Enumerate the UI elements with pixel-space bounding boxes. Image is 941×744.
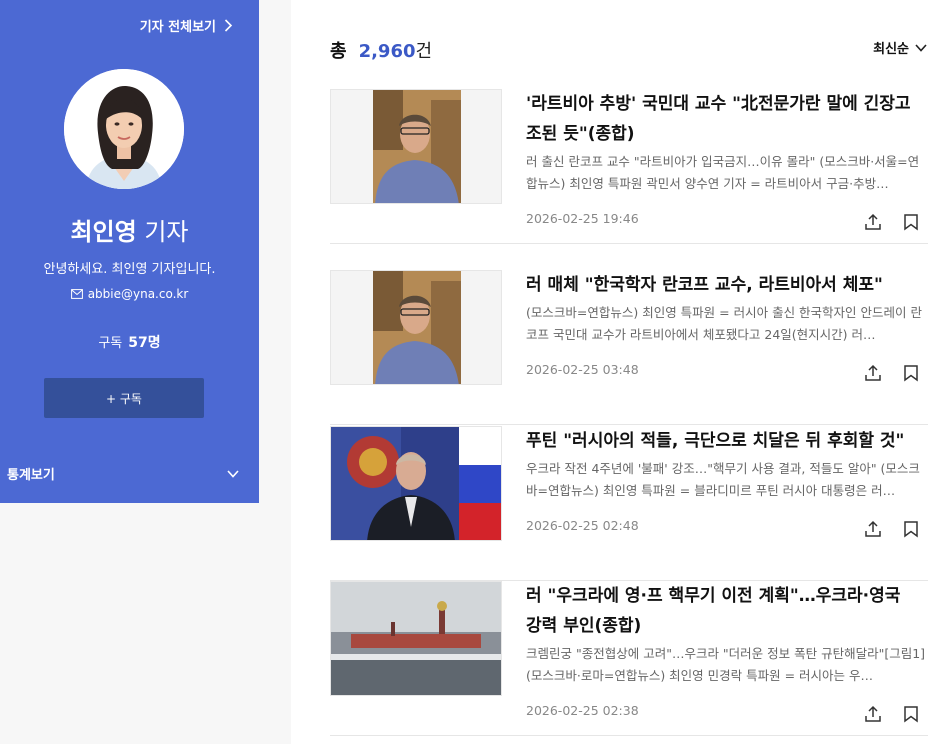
total-article-count: 총 2,960 건 <box>330 37 432 63</box>
article-summary[interactable]: 우크라 작전 4주년에 '불패' 강조…"핵무기 사용 결과, 적들도 알아" … <box>526 458 926 502</box>
bookmark-icon[interactable] <box>902 520 920 538</box>
article-date: 2026-02-25 19:46 <box>526 211 639 226</box>
journalist-email[interactable]: abbie@yna.co.kr <box>0 287 259 301</box>
article-title[interactable]: 러 매체 "한국학자 란코프 교수, 라트비아서 체포" <box>526 270 918 300</box>
article-date: 2026-02-25 02:48 <box>526 518 639 533</box>
article-item: '라트비아 추방' 국민대 교수 "北전문가란 말에 긴장고조된 듯"(종합) … <box>330 89 928 244</box>
article-thumbnail[interactable] <box>330 270 502 385</box>
total-count: 2,960 <box>358 41 416 62</box>
stats-toggle[interactable]: 통계보기 <box>7 464 239 483</box>
share-icon[interactable] <box>864 520 882 538</box>
article-actions <box>864 705 920 723</box>
journalist-name: 최인영 기자 <box>0 212 259 247</box>
bookmark-icon[interactable] <box>902 705 920 723</box>
journalist-greeting: 안녕하세요. 최인영 기자입니다. <box>43 262 216 277</box>
journalist-profile-card: 기자 전체보기 최인영 기자 안녕하세요. 최인영 기자입니다. abbie@y… <box>0 0 259 503</box>
chevron-down-icon <box>227 469 239 478</box>
chevron-right-icon <box>224 19 233 32</box>
share-icon[interactable] <box>864 364 882 382</box>
stats-label: 통계보기 <box>7 468 55 483</box>
article-actions <box>864 213 920 231</box>
article-date: 2026-02-25 03:48 <box>526 362 639 377</box>
article-item: 러 "우크라에 영·프 핵무기 이전 계획"…우크라·영국 강력 부인(종합) … <box>330 581 928 736</box>
journalist-name-suffix: 기자 <box>136 218 189 246</box>
article-item: 푸틴 "러시아의 적들, 극단으로 치달은 뒤 후회할 것" 우크라 작전 4주… <box>330 426 928 581</box>
subscriber-count: 구독 57명 <box>0 332 259 352</box>
chevron-down-icon <box>915 43 927 52</box>
view-all-journalists-link[interactable]: 기자 전체보기 <box>140 16 233 35</box>
avatar <box>64 69 184 189</box>
article-summary[interactable]: 러 출신 란코프 교수 "라트비아가 입국금지…이유 몰라" (모스크바·서울=… <box>526 151 926 195</box>
article-actions <box>864 364 920 382</box>
article-title[interactable]: '라트비아 추방' 국민대 교수 "北전문가란 말에 긴장고조된 듯"(종합) <box>526 89 918 149</box>
sort-label: 최신순 <box>873 42 909 57</box>
article-summary[interactable]: (모스크바=연합뉴스) 최인영 특파원 = 러시아 출신 한국학자인 안드레이 … <box>526 302 926 346</box>
article-title[interactable]: 러 "우크라에 영·프 핵무기 이전 계획"…우크라·영국 강력 부인(종합) <box>526 581 918 641</box>
total-unit: 건 <box>415 41 433 62</box>
bookmark-icon[interactable] <box>902 213 920 231</box>
article-summary[interactable]: 크렘린궁 "종전협상에 고려"…우크라 "더러운 정보 폭탄 규탄해달라"[그림… <box>526 643 926 687</box>
article-date: 2026-02-25 02:38 <box>526 703 639 718</box>
mail-icon <box>70 289 83 299</box>
article-item: 러 매체 "한국학자 란코프 교수, 라트비아서 체포" (모스크바=연합뉴스)… <box>330 270 928 425</box>
subscriber-label: 구독 <box>98 336 123 351</box>
subscriber-value: 57명 <box>128 335 161 351</box>
sort-dropdown[interactable]: 최신순 <box>873 38 927 57</box>
journalist-name-bold: 최인영 <box>70 218 137 246</box>
view-all-label: 기자 전체보기 <box>139 20 216 35</box>
total-label: 총 <box>330 41 347 62</box>
article-thumbnail[interactable] <box>330 89 502 204</box>
article-thumbnail[interactable] <box>330 426 502 541</box>
article-title[interactable]: 푸틴 "러시아의 적들, 극단으로 치달은 뒤 후회할 것" <box>526 426 918 456</box>
journalist-email-text: abbie@yna.co.kr <box>87 287 189 301</box>
article-actions <box>864 520 920 538</box>
subscribe-button[interactable]: + 구독 <box>44 378 204 418</box>
share-icon[interactable] <box>864 213 882 231</box>
bookmark-icon[interactable] <box>902 364 920 382</box>
article-thumbnail[interactable] <box>330 581 502 696</box>
share-icon[interactable] <box>864 705 882 723</box>
